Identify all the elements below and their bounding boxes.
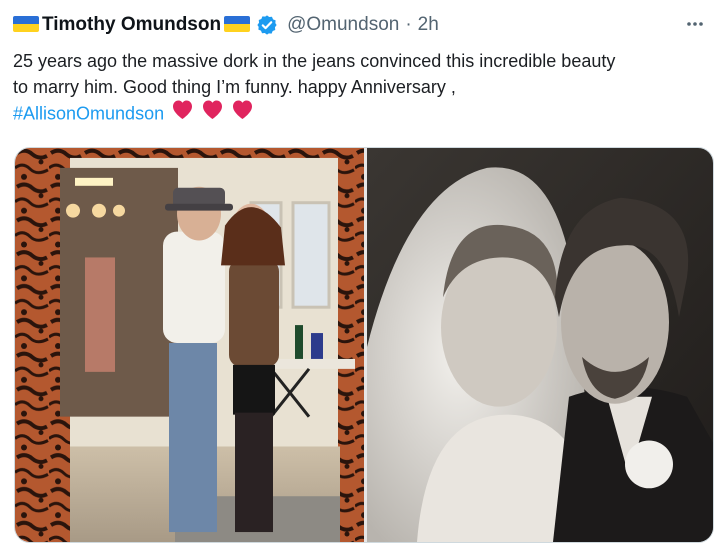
tweet-text-line-1: 25 years ago the massive dork in the jea… [13, 51, 616, 71]
ukraine-flag-icon [224, 16, 251, 32]
red-heart-icon [233, 100, 253, 119]
tweet-header: Timothy Omundson @Omundson · 2h [13, 12, 439, 38]
timestamp[interactable]: 2h [418, 14, 439, 36]
red-heart-icon [203, 100, 223, 119]
tweet-text: 25 years ago the massive dork in the jea… [13, 48, 713, 129]
verified-badge-icon[interactable] [256, 14, 278, 36]
tweet-text-line-2: to marry him. Good thing I’m funny. happ… [13, 77, 456, 97]
red-heart-icon [173, 100, 193, 119]
tweet[interactable]: Timothy Omundson @Omundson · 2h 25 years… [0, 0, 720, 550]
hashtag-link[interactable]: #AllisonOmundson [13, 103, 164, 123]
wedding-photo-right[interactable] [367, 148, 713, 542]
ukraine-flag-icon [13, 16, 39, 32]
media-grid [14, 147, 714, 543]
anniversary-photo-left[interactable] [15, 148, 364, 542]
tweet-text-line-3: #AllisonOmundson [13, 100, 713, 129]
user-handle[interactable]: @Omundson [287, 14, 399, 36]
hearts [170, 98, 255, 127]
more-options-icon[interactable] [684, 14, 706, 34]
separator-dot: · [405, 14, 412, 35]
display-name[interactable]: Timothy Omundson [42, 14, 221, 36]
